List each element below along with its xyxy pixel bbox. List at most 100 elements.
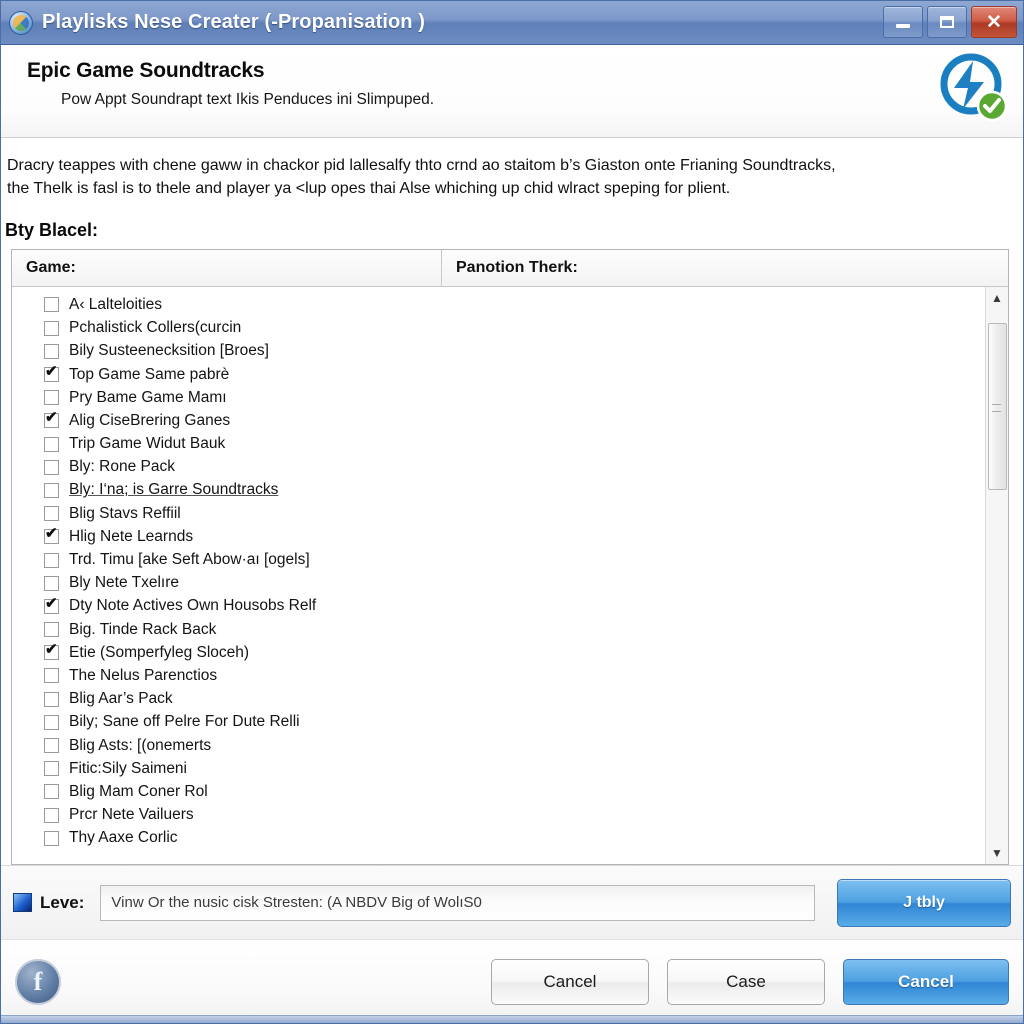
checkbox-checked[interactable] [44, 364, 59, 383]
checkbox-unchecked[interactable] [44, 459, 59, 475]
chevron-up-icon[interactable]: ▲ [986, 287, 1008, 309]
table-row[interactable]: Alig CiseBrering Ganes [12, 409, 985, 432]
table-row[interactable]: Pchalistick Collers(curcin [12, 317, 985, 340]
level-label: Leve: [40, 892, 85, 912]
table-row-label: Alig CiseBrering Ganes [69, 411, 231, 429]
checkbox-unchecked[interactable] [44, 830, 59, 846]
table-row[interactable]: Hlig Nete Learnds [12, 525, 985, 548]
table-row-label: Bly Nete Txelıre [69, 574, 179, 592]
table-row[interactable]: Bly: I‘na; is Garre Soundtracks [12, 479, 985, 502]
checkbox-checked[interactable] [44, 596, 59, 614]
lightning-bolt-verified-icon [937, 51, 1009, 123]
table-row-label: Blig Mam Coner Rol [69, 782, 208, 800]
table-row-label: Pchalistick Collers(curcin [69, 319, 242, 337]
checkbox-unchecked[interactable] [44, 714, 59, 730]
table-row[interactable]: Big. Tinde Rack Back [12, 618, 985, 641]
close-button[interactable]: ✕ [971, 6, 1017, 38]
checkbox-unchecked[interactable] [44, 575, 59, 591]
checkbox-unchecked[interactable] [44, 761, 59, 777]
table-row[interactable]: Trip Game Widut Bauk [12, 433, 985, 456]
window-controls: ✕ [883, 6, 1017, 38]
window-titlebar[interactable]: Playlisks Nese Creater (-Propanisation )… [1, 1, 1023, 45]
column-header-game: Game: [12, 250, 442, 287]
table-row[interactable]: Trd. Timu [ake Seft Abow·aı [ogels] [12, 548, 985, 571]
maximize-button[interactable] [927, 6, 967, 38]
checkbox-checked[interactable] [44, 526, 59, 545]
footer-button-case[interactable]: Case [667, 958, 825, 1005]
chevron-down-icon[interactable]: ▼ [986, 842, 1008, 864]
checkbox-unchecked[interactable] [44, 343, 59, 359]
table-row-label: Etie (Somperfyleg Sloceh) [69, 643, 250, 661]
app-globe-icon [9, 10, 33, 35]
table-row-label: A‹ Lalteloities [69, 295, 163, 313]
footer-button-cancel-primary[interactable]: Cancel [843, 958, 1009, 1005]
table-row[interactable]: Dty Note Actives Own Housobs Relf [12, 595, 985, 618]
table-row-label: Big. Tinde Rack Back [69, 620, 217, 638]
description-line-1: Dracry teappes with chene gaww in chacko… [7, 157, 836, 174]
description-text: Dracry teappes with chene gaww in chacko… [1, 138, 1023, 200]
table-row-label: Top Game Same pabrè [69, 365, 230, 383]
checkbox-unchecked[interactable] [44, 482, 59, 498]
checkbox-unchecked[interactable] [44, 320, 59, 336]
checkbox-unchecked[interactable] [44, 506, 59, 522]
checkbox-unchecked[interactable] [44, 390, 59, 406]
checkbox-unchecked[interactable] [44, 297, 59, 313]
level-input[interactable]: Vinw Or the nusic cisk Stresten: (A NBDV… [100, 884, 815, 921]
header-banner: Epic Game Soundtracks Pow Appt Soundrapt… [1, 45, 1023, 138]
table-row[interactable]: Top Game Same pabrè [12, 363, 985, 386]
table-row-label: Blig Aar’s Pack [69, 690, 173, 708]
checkbox-unchecked[interactable] [44, 552, 59, 568]
table-row[interactable]: Blig Mam Coner Rol [12, 780, 985, 803]
table-row[interactable]: Blig Aar’s Pack [12, 688, 985, 711]
checkbox-unchecked[interactable] [44, 691, 59, 707]
table-row[interactable]: Blig Asts: [(onemerts [12, 734, 985, 757]
table-row[interactable]: Bily Susteenecksition [Broes] [12, 340, 985, 363]
page-subtitle: Pow Appt Soundrapt text Ikis Penduces in… [61, 91, 435, 108]
column-headers: Game: Panotion Therk: [12, 250, 1008, 288]
table-row-label: Dty Note Actives Own Housobs Relf [69, 597, 317, 615]
window-title: Playlisks Nese Creater (-Propanisation ) [42, 11, 426, 33]
checkbox-unchecked[interactable] [44, 738, 59, 754]
checkbox-unchecked[interactable] [44, 668, 59, 684]
level-input-bar: Leve: Vinw Or the nusic cisk Stresten: (… [1, 865, 1023, 939]
scrollbar-track[interactable] [986, 309, 1008, 842]
scrollbar-thumb[interactable] [988, 323, 1007, 491]
table-row[interactable]: Etie (Somperfyleg Sloceh) [12, 641, 985, 664]
level-swatch-icon [13, 893, 32, 912]
checkbox-checked[interactable] [44, 642, 59, 661]
table-row-label: The Nelus Parenctios [69, 666, 218, 684]
table-row[interactable]: Blig Stavs Reffiil [12, 502, 985, 525]
dialog-footer: f Cancel Case Cancel [1, 939, 1023, 1023]
table-row[interactable]: The Nelus Parenctios [12, 664, 985, 687]
table-row[interactable]: Prcr Nete Vailuers [12, 804, 985, 827]
minimize-button[interactable] [883, 6, 923, 38]
application-window: Playlisks Nese Creater (-Propanisation )… [0, 0, 1024, 1024]
checkbox-unchecked[interactable] [44, 436, 59, 452]
list-body: A‹ Lalteloities Pchalistick Collers(curci… [12, 287, 1008, 864]
footer-button-cancel-1[interactable]: Cancel [491, 958, 649, 1005]
table-row-label: Trip Game Widut Bauk [69, 435, 226, 453]
table-row-label: Fitic:Sily Saimeni [69, 759, 187, 777]
section-label: Bty Blacel: [5, 220, 99, 241]
table-row[interactable]: Bily; Sane off Pelre For Dute Relli [12, 711, 985, 734]
facebook-icon[interactable]: f [15, 958, 61, 1005]
table-row-label: Prcr Nete Vailuers [69, 806, 194, 824]
table-row[interactable]: Thy Aaxe Corlic [12, 827, 985, 850]
table-row[interactable]: Fitic:Sily Saimeni [12, 757, 985, 780]
table-row-label: Pry Bame Game Mamı [69, 388, 227, 406]
table-row-label: Bly: Rone Pack [69, 458, 175, 476]
checkbox-unchecked[interactable] [44, 784, 59, 800]
table-row[interactable]: A‹ Lalteloities [12, 293, 985, 316]
table-row-label: Bily Susteenecksition [Broes] [69, 342, 269, 360]
checkbox-unchecked[interactable] [44, 807, 59, 823]
checkbox-unchecked[interactable] [44, 622, 59, 638]
table-row[interactable]: Bly Nete Txelıre [12, 572, 985, 595]
checkbox-checked[interactable] [44, 410, 59, 429]
table-row[interactable]: Bly: Rone Pack [12, 456, 985, 479]
table-row[interactable]: Pry Bame Game Mamı [12, 386, 985, 409]
table-row-label: Bly: I‘na; is Garre Soundtracks [69, 481, 279, 499]
apply-button[interactable]: J tbly [837, 878, 1011, 927]
vertical-scrollbar[interactable]: ▲ ▼ [985, 287, 1008, 864]
page-title: Epic Game Soundtracks [27, 59, 265, 82]
table-row-label: Bily; Sane off Pelre For Dute Relli [69, 713, 300, 731]
